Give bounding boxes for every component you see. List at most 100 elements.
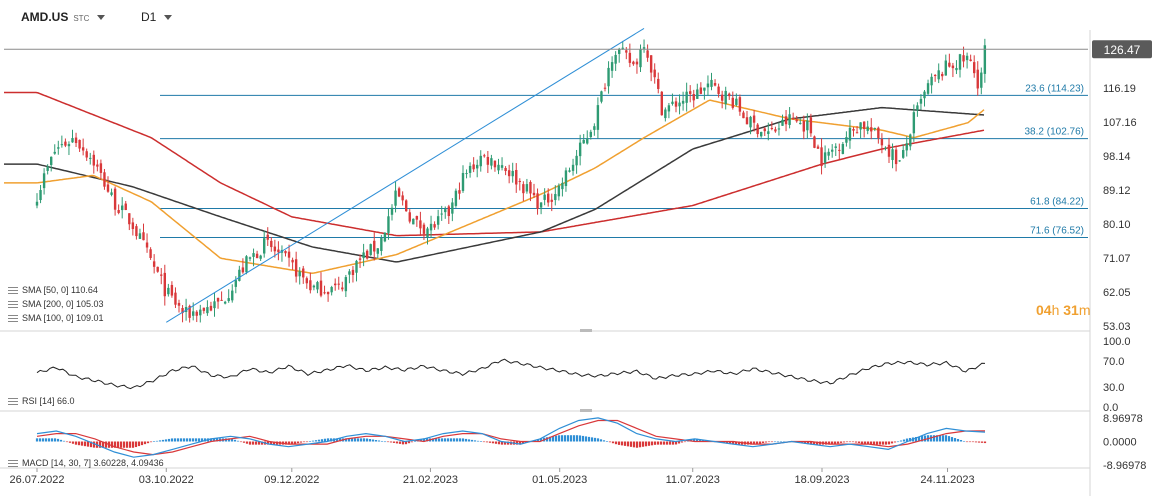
macd-histogram-bar xyxy=(647,441,651,446)
time-tick-label: 01.05.2023 xyxy=(532,474,587,486)
candle-body xyxy=(781,119,784,126)
macd-histogram-bar xyxy=(941,435,945,442)
macd-histogram-bar xyxy=(386,441,390,443)
pane-resize-handle[interactable] xyxy=(580,409,592,412)
candle-body xyxy=(799,122,802,124)
indicator-menu-icon[interactable] xyxy=(8,301,18,309)
macd-histogram-bar xyxy=(569,435,573,442)
candle-body xyxy=(121,205,124,211)
indicator-menu-icon[interactable] xyxy=(8,460,18,468)
candle-body xyxy=(298,271,301,277)
candle-body xyxy=(113,188,117,210)
price-tick-label: 107.16 xyxy=(1103,117,1137,129)
legend-rsi[interactable]: RSI [14] 66.0 xyxy=(8,396,75,406)
indicator-menu-icon[interactable] xyxy=(8,287,18,295)
legend-sma50[interactable]: SMA [50, 0] 110.64 xyxy=(8,285,98,295)
fibonacci-level-label: 38.2 (102.76) xyxy=(1025,127,1085,138)
macd-histogram-bar xyxy=(683,441,687,443)
candle-body xyxy=(213,301,216,309)
indicator-menu-icon[interactable] xyxy=(8,315,18,323)
candle-body xyxy=(774,129,777,132)
candle-body xyxy=(57,147,60,149)
macd-histogram-bar xyxy=(491,441,495,444)
candle-body xyxy=(117,209,120,213)
candle-body xyxy=(156,266,159,272)
macd-histogram-bar xyxy=(461,438,465,442)
macd-histogram-bar xyxy=(305,441,309,443)
macd-histogram-bar xyxy=(392,441,396,443)
macd-histogram-bar xyxy=(371,439,375,442)
legend-sma200[interactable]: SMA [200, 0] 105.03 xyxy=(8,299,104,309)
legend-macd-label: MACD [14, 30, 7] 3.60228, 4.09436 xyxy=(22,458,164,468)
candle-body xyxy=(160,274,163,276)
candle-body xyxy=(618,49,621,54)
indicator-menu-icon[interactable] xyxy=(8,398,18,406)
candle-body xyxy=(334,283,337,286)
candle-body xyxy=(152,261,156,267)
candle-body xyxy=(483,155,486,157)
macd-histogram-bar xyxy=(764,441,768,443)
macd-histogram-bar xyxy=(254,441,258,445)
candle-body xyxy=(752,115,756,123)
candle-body xyxy=(777,128,781,130)
candle-body xyxy=(965,55,969,61)
chart-svg[interactable]: 23.6 (114.23) 38.2 (102.76) 61.8 (84.22) 71… xyxy=(0,0,1163,496)
chart-area[interactable]: 23.6 (114.23) 38.2 (102.76) 61.8 (84.22) 71… xyxy=(0,0,1163,496)
macd-histogram-bar xyxy=(158,440,162,442)
candle-body xyxy=(454,190,458,206)
symbol-selector[interactable]: AMD.US STC xyxy=(21,10,106,24)
time-tick-label: 18.09.2023 xyxy=(794,474,849,486)
macd-histogram-bar xyxy=(971,441,975,443)
candle-body xyxy=(486,156,490,165)
legend-sma100[interactable]: SMA [100, 0] 109.01 xyxy=(8,313,104,323)
macd-histogram-bar xyxy=(656,441,660,445)
macd-histogram-bar xyxy=(368,439,372,442)
candle-body xyxy=(710,79,713,87)
pane-resize-handle[interactable] xyxy=(580,329,592,332)
candle-body xyxy=(106,184,110,192)
candle-body xyxy=(440,213,443,215)
candle-body xyxy=(916,105,919,111)
candle-body xyxy=(564,170,568,187)
candle-body xyxy=(909,134,912,147)
candle-body xyxy=(234,280,237,287)
candle-body xyxy=(628,52,632,63)
macd-histogram-bar xyxy=(608,441,612,443)
macd-histogram-bar xyxy=(605,441,609,442)
legend-macd[interactable]: MACD [14, 30, 7] 3.60228, 4.09436 xyxy=(8,458,164,468)
candle-body xyxy=(355,260,358,273)
macd-histogram-bar xyxy=(662,441,666,445)
candle-body xyxy=(593,126,596,130)
macd-tick-label: 0.0000 xyxy=(1103,437,1137,449)
candle-body xyxy=(820,147,823,167)
macd-histogram-bar xyxy=(383,441,387,443)
macd-histogram-bar xyxy=(119,441,123,448)
macd-histogram-bar xyxy=(374,439,378,442)
candle-body xyxy=(525,184,529,192)
macd-histogram-bar xyxy=(677,441,681,444)
candle-body xyxy=(838,149,841,151)
macd-histogram-bar xyxy=(758,441,762,444)
candle-body xyxy=(873,128,876,130)
candle-body xyxy=(958,54,962,70)
candle-body xyxy=(969,59,972,61)
candle-body xyxy=(39,190,42,201)
candle-body xyxy=(326,291,330,295)
macd-histogram-bar xyxy=(389,441,393,443)
candle-body xyxy=(412,218,415,225)
timeframe-selector[interactable]: D1 xyxy=(141,10,173,24)
macd-histogram-bar xyxy=(557,435,561,442)
candle-body xyxy=(894,149,898,165)
macd-histogram-bar xyxy=(884,441,888,445)
candle-body xyxy=(976,69,979,89)
macd-histogram-bar xyxy=(596,438,600,442)
candle-body xyxy=(706,83,710,88)
candle-body xyxy=(468,165,472,173)
macd-histogram-bar xyxy=(617,441,621,445)
candle-body xyxy=(238,269,241,281)
macd-histogram-bar xyxy=(572,435,576,442)
time-tick-label: 26.07.2022 xyxy=(9,474,64,486)
price-tick-label: 98.14 xyxy=(1103,151,1131,163)
candle-body xyxy=(401,195,404,201)
candle-body xyxy=(444,209,447,213)
